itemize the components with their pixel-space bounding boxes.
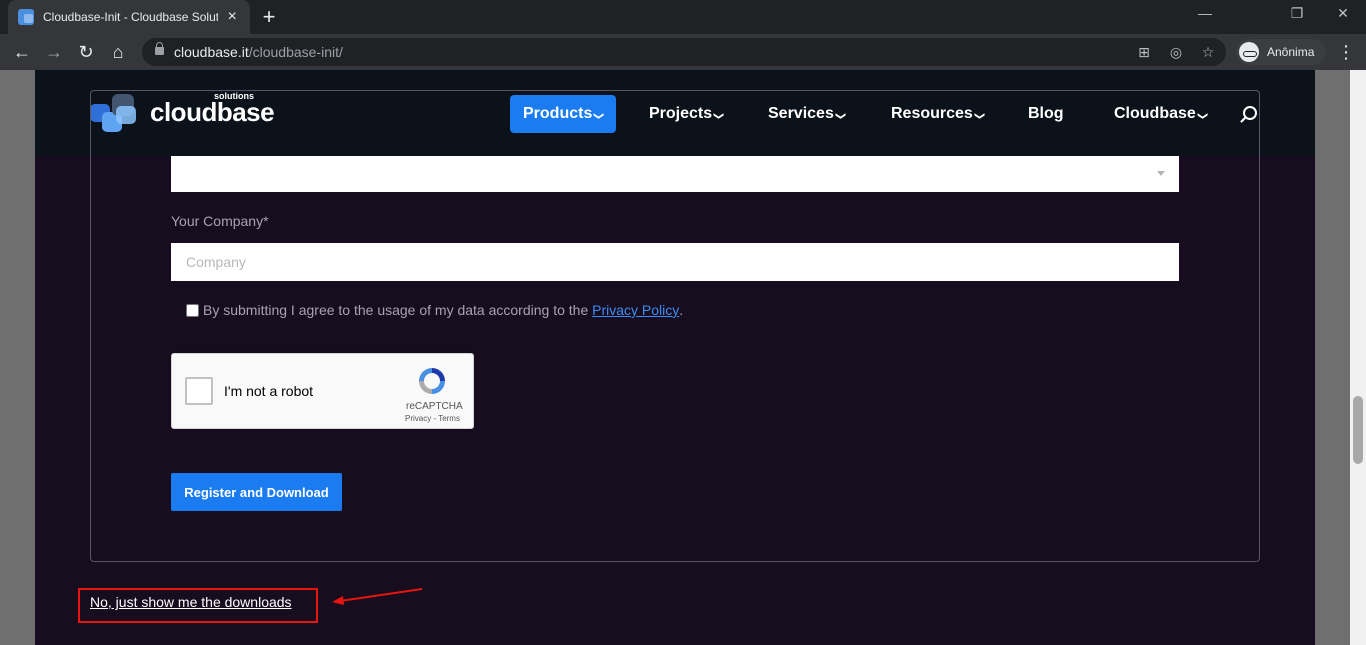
eye-slash-icon[interactable]: ◎: [1166, 42, 1186, 62]
annotation-arrow-icon: [332, 588, 423, 605]
translate-icon[interactable]: ⊞: [1134, 42, 1154, 62]
address-bar[interactable]: cloudbase.it/cloudbase-init/ ⊞ ◎ ☆: [142, 38, 1226, 66]
url-host: cloudbase.it: [174, 44, 249, 60]
recaptcha-label: I'm not a robot: [224, 383, 314, 399]
bookmark-star-icon[interactable]: ☆: [1198, 42, 1218, 62]
company-input[interactable]: [171, 243, 1179, 281]
home-icon[interactable]: ⌂: [106, 40, 130, 64]
consent-row: By submitting I agree to the usage of my…: [186, 302, 683, 318]
browser-tab-bar: Cloudbase-Init - Cloudbase Solutions × +…: [0, 0, 1366, 34]
menu-icon[interactable]: ⋮: [1334, 40, 1358, 64]
minimize-icon[interactable]: —: [1190, 5, 1220, 21]
restore-icon[interactable]: ❐: [1282, 5, 1312, 22]
page-viewport: cloudbase solutions Products❯ Projects❯ …: [0, 70, 1350, 645]
new-tab-button[interactable]: +: [258, 6, 280, 28]
recaptcha-widget: I'm not a robot reCAPTCHA Privacy - Term…: [171, 353, 474, 429]
browser-toolbar: ← → ↻ ⌂ cloudbase.it/cloudbase-init/ ⊞ ◎…: [0, 34, 1366, 70]
back-icon[interactable]: ←: [10, 40, 34, 64]
consent-checkbox[interactable]: [186, 303, 199, 317]
close-tab-icon[interactable]: ×: [224, 9, 240, 25]
consent-end: .: [679, 302, 684, 318]
page-content: cloudbase solutions Products❯ Projects❯ …: [35, 70, 1315, 645]
annotation-box: [78, 588, 318, 623]
recaptcha-checkbox[interactable]: [185, 377, 213, 405]
recaptcha-icon: [419, 368, 445, 394]
favicon-icon: [18, 9, 34, 25]
company-label: Your Company*: [171, 213, 269, 229]
lock-icon: [155, 42, 164, 55]
browser-tab[interactable]: Cloudbase-Init - Cloudbase Solutions ×: [8, 0, 250, 34]
incognito-icon: [1239, 42, 1259, 62]
reload-icon[interactable]: ↻: [74, 40, 98, 64]
window-close-icon[interactable]: ✕: [1328, 5, 1358, 22]
forward-icon[interactable]: →: [42, 40, 66, 64]
profile-button[interactable]: Anônima: [1236, 39, 1326, 65]
select-field[interactable]: [171, 156, 1179, 192]
recaptcha-brand: reCAPTCHA: [406, 401, 463, 412]
consent-text: By submitting I agree to the usage of my…: [203, 302, 593, 318]
caret-down-icon: [1157, 171, 1165, 176]
url-path: /cloudbase-init/: [248, 44, 343, 60]
privacy-policy-link[interactable]: Privacy Policy: [592, 302, 679, 318]
scrollbar-thumb[interactable]: [1353, 396, 1363, 464]
profile-label: Anônima: [1267, 45, 1315, 59]
url-text: cloudbase.it/cloudbase-init/: [174, 44, 343, 60]
recaptcha-terms[interactable]: Privacy - Terms: [405, 414, 460, 423]
tab-title: Cloudbase-Init - Cloudbase Solutions: [43, 10, 219, 24]
page-scrollbar[interactable]: [1350, 70, 1366, 645]
register-download-button[interactable]: Register and Download: [171, 473, 342, 511]
